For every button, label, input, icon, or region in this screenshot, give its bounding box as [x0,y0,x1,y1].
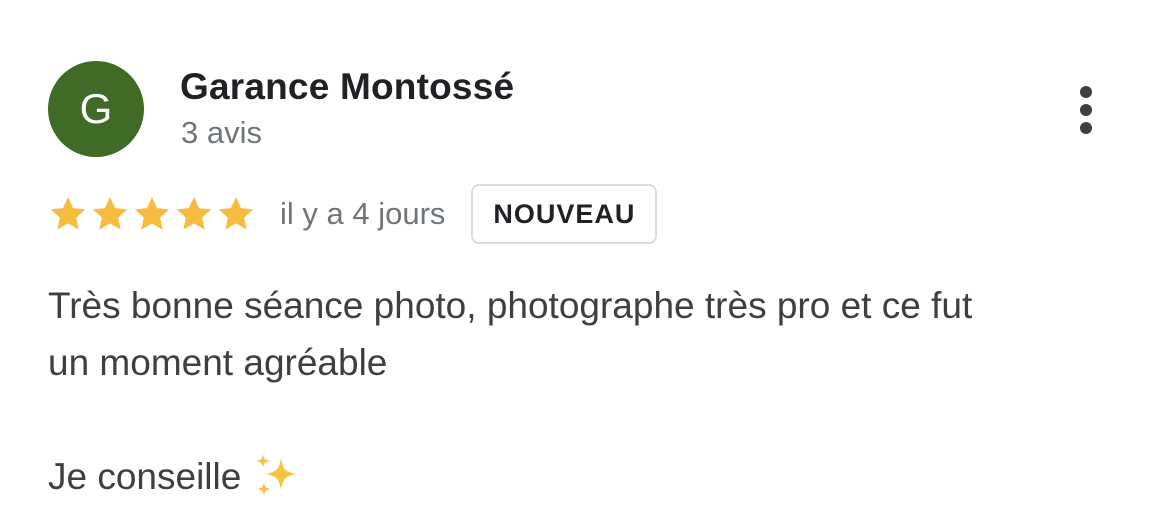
new-badge: NOUVEAU [471,184,658,244]
star-icon [218,197,254,230]
author-review-count[interactable]: 3 avis [181,115,262,151]
star-rating [48,194,256,234]
review-text: Très bonne séance photo, photographe trè… [48,277,1128,505]
author-name[interactable]: Garance Montossé [180,66,514,108]
star-icon [176,197,212,230]
star-icon [134,197,170,230]
review-text-line: Je conseille [48,448,1128,505]
avatar[interactable]: G [48,61,144,157]
more-vertical-icon-dot [1080,122,1092,134]
review-date: il y a 4 jours [280,196,446,231]
more-vertical-icon-dot [1080,104,1092,116]
rating-row: il y a 4 jours NOUVEAU [48,181,658,247]
star-icon [92,197,128,230]
review-text-closing: Je conseille [48,456,242,497]
avatar-initial: G [79,85,113,132]
sparkles-icon [256,454,298,497]
more-vertical-icon [1080,86,1092,98]
star-icon [50,197,86,230]
review-text-line: un moment agréable [48,342,388,383]
review-text-line: Très bonne séance photo, photographe trè… [48,285,973,326]
more-options-button[interactable] [1062,80,1110,140]
review-card: G Garance Montossé 3 avis il y a 4 jours… [0,0,1170,526]
